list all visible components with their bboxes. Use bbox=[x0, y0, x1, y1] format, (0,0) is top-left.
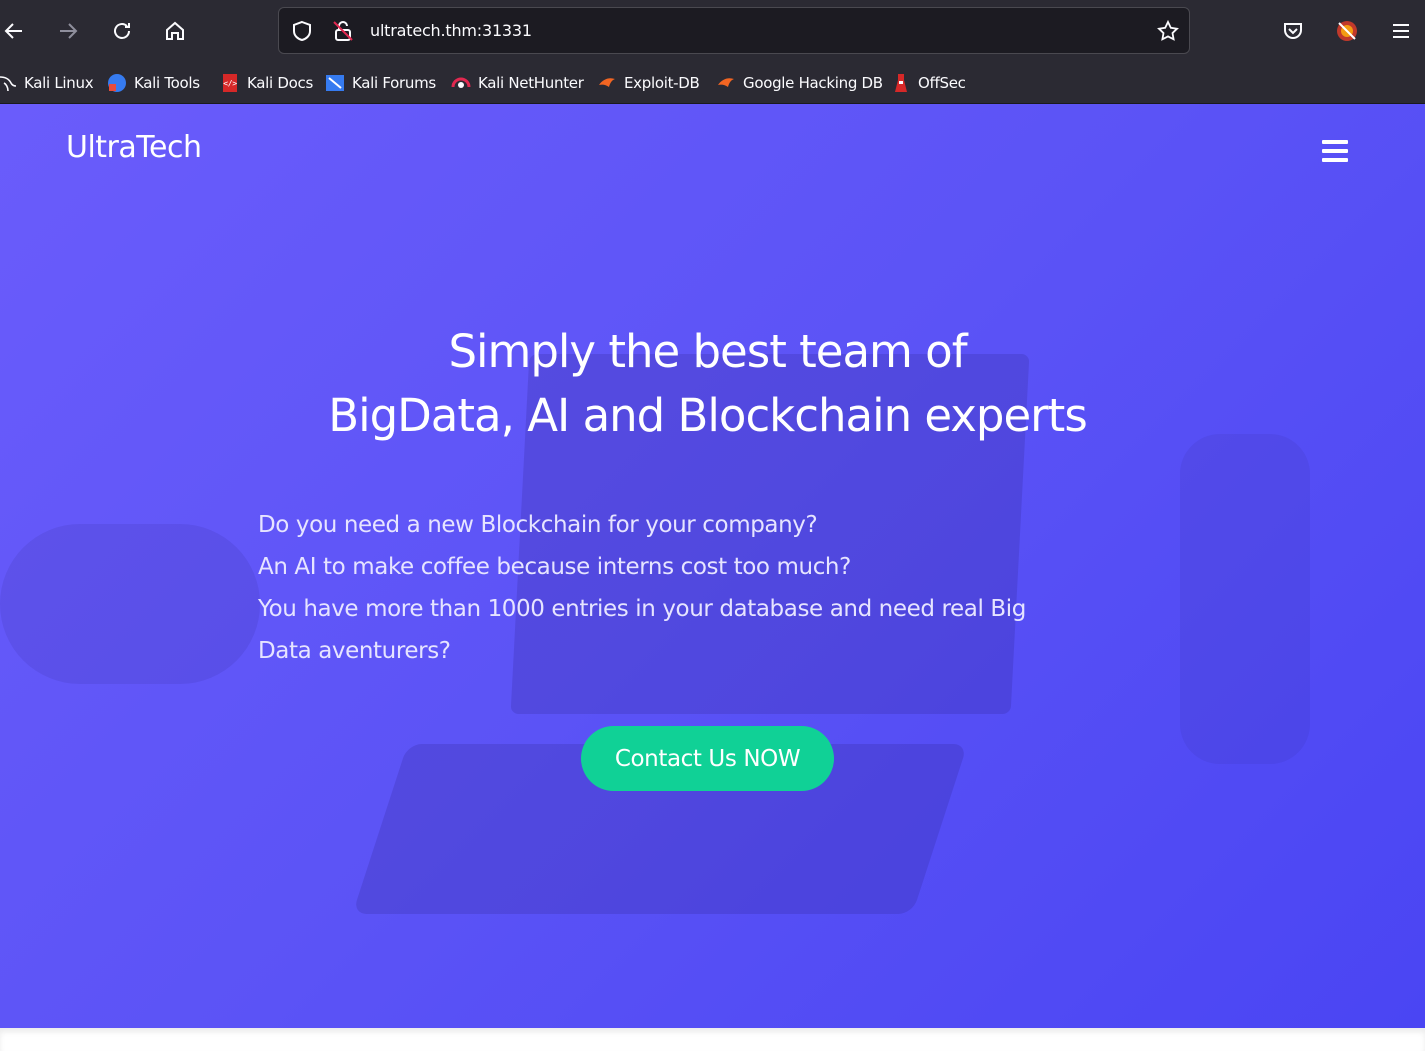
menu-bar bbox=[1322, 140, 1348, 144]
bookmark-label: OffSec bbox=[918, 74, 966, 92]
svg-text:</>: </> bbox=[223, 79, 237, 88]
ghdb-icon bbox=[718, 78, 734, 87]
bookmark-offsec[interactable]: OffSec bbox=[891, 72, 966, 94]
forward-button[interactable] bbox=[50, 13, 86, 49]
bookmark-exploit-db[interactable]: Exploit-DB bbox=[597, 72, 700, 94]
nethunter-icon bbox=[451, 77, 471, 88]
bookmark-kali-forums[interactable]: Kali Forums bbox=[325, 72, 436, 94]
extension-badge-icon bbox=[1337, 21, 1357, 41]
home-icon bbox=[166, 21, 184, 40]
bookmark-star-icon[interactable] bbox=[1156, 19, 1180, 43]
bookmark-kali-tools[interactable]: Kali Tools bbox=[107, 72, 200, 94]
contact-us-button[interactable]: Contact Us NOW bbox=[581, 726, 834, 791]
kali-forums-icon bbox=[326, 75, 344, 91]
bookmark-label: Kali Linux bbox=[24, 74, 94, 92]
shield-icon[interactable] bbox=[290, 19, 314, 43]
back-button[interactable] bbox=[0, 13, 32, 49]
question-line: You have more than 1000 entries in your … bbox=[258, 596, 1026, 664]
hero-section: UltraTech Simply the best team of BigDat… bbox=[0, 104, 1425, 1028]
bookmark-label: Exploit-DB bbox=[624, 74, 700, 92]
browser-chrome: ultratech.thm:31331 Kali Linux Kali Tool… bbox=[0, 0, 1425, 104]
bookmark-google-hacking-db[interactable]: Google Hacking DB bbox=[716, 72, 883, 94]
question-line: Do you need a new Blockchain for your co… bbox=[258, 512, 818, 538]
hero-headline-line1: Simply the best team of bbox=[448, 325, 967, 378]
menu-bar bbox=[1322, 149, 1348, 153]
arrow-left-icon bbox=[4, 23, 22, 39]
url-text[interactable]: ultratech.thm:31331 bbox=[370, 21, 532, 40]
url-bar[interactable]: ultratech.thm:31331 bbox=[278, 7, 1190, 54]
home-button[interactable] bbox=[157, 13, 193, 49]
site-brand[interactable]: UltraTech bbox=[66, 130, 202, 165]
bookmark-label: Kali Forums bbox=[352, 74, 436, 92]
bookmark-label: Kali Docs bbox=[247, 74, 313, 92]
kali-docs-icon: </> bbox=[223, 74, 238, 92]
kali-dragon-icon bbox=[0, 76, 17, 92]
hero-questions: Do you need a new Blockchain for your co… bbox=[258, 504, 1078, 672]
reload-button[interactable] bbox=[104, 13, 140, 49]
extension-button[interactable] bbox=[1329, 13, 1365, 49]
bookmark-kali-nethunter[interactable]: Kali NetHunter bbox=[451, 72, 584, 94]
background-object-right bbox=[1180, 434, 1310, 764]
bookmark-kali-docs[interactable]: </> Kali Docs bbox=[220, 72, 313, 94]
app-menu-button[interactable] bbox=[1383, 13, 1419, 49]
kali-tools-icon bbox=[108, 74, 126, 92]
offsec-icon bbox=[895, 74, 907, 92]
page-bottom-strip bbox=[0, 1028, 1425, 1051]
bookmarks-toolbar: Kali Linux Kali Tools </> Kali Docs Kali… bbox=[0, 62, 1425, 104]
exploit-db-icon bbox=[599, 78, 615, 87]
hero-headline: Simply the best team of BigData, AI and … bbox=[0, 320, 1415, 448]
arrow-right-icon bbox=[60, 23, 78, 39]
site-menu-toggle[interactable] bbox=[1322, 140, 1348, 166]
browser-toolbar: ultratech.thm:31331 bbox=[0, 0, 1425, 62]
reload-icon bbox=[114, 23, 130, 39]
bookmark-kali-linux[interactable]: Kali Linux bbox=[0, 72, 94, 94]
question-line: An AI to make coffee because interns cos… bbox=[258, 554, 851, 580]
background-cup bbox=[0, 524, 260, 684]
bookmark-label: Kali Tools bbox=[134, 74, 200, 92]
insecure-lock-icon[interactable] bbox=[331, 19, 355, 43]
pocket-button[interactable] bbox=[1275, 13, 1311, 49]
hero-headline-line2: BigData, AI and Blockchain experts bbox=[328, 389, 1088, 442]
menu-bar bbox=[1322, 158, 1348, 162]
bookmark-label: Google Hacking DB bbox=[743, 74, 883, 92]
hamburger-menu-icon bbox=[1393, 24, 1409, 38]
pocket-icon bbox=[1284, 23, 1302, 39]
bookmark-label: Kali NetHunter bbox=[478, 74, 584, 92]
